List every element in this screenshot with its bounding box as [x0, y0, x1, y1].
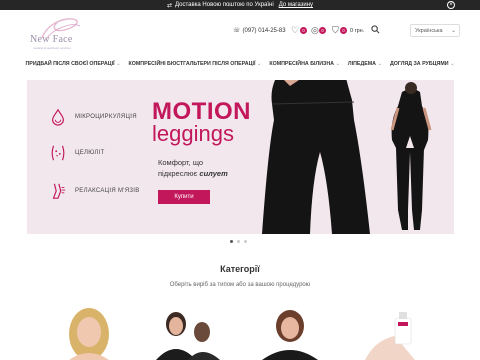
hero-tagline: Комфорт, що підкреслює силует — [158, 158, 228, 178]
cart-badge: 0 — [340, 27, 347, 34]
slider-dots — [230, 240, 247, 243]
compare-badge: 0 — [319, 27, 326, 34]
nav-item-compression-underwear[interactable]: КОМПРЕСІЙНА БІЛИЗНА ⌄ — [269, 61, 340, 73]
categories-title: Категорії — [220, 264, 260, 274]
buy-button[interactable]: Купити — [158, 190, 210, 204]
close-icon[interactable]: × — [447, 1, 455, 9]
search-icon[interactable] — [371, 25, 380, 36]
wishlist-badge: 0 — [300, 27, 307, 34]
nav-item-scar-care[interactable]: ДОГЛЯД ЗА РУБЦЯМИ ⌄ — [390, 61, 455, 73]
drop-icon — [52, 108, 64, 126]
phone-number: (097) 014-25-83 — [242, 27, 286, 34]
hero-title-leggings: leggings — [152, 121, 234, 146]
main-nav: ПРИДБАЙ ПІСЛЯ СВОЄЇ ОПЕРАЦІЇ ⌄ КОМПРЕСІЙ… — [0, 61, 480, 73]
feature-microcirculation: МІКРОЦИРКУЛЯЦІЯ — [49, 108, 137, 126]
delivery-icon: ⇄ — [166, 2, 172, 9]
cart-icon[interactable]: ⛉ — [332, 25, 339, 36]
slider-dot[interactable] — [230, 240, 233, 243]
shop-link[interactable]: До магазину — [279, 2, 313, 8]
heart-icon[interactable]: ♡ — [291, 25, 299, 36]
leg-icon — [52, 183, 66, 199]
chevron-down-icon: ⌄ — [450, 28, 456, 34]
language-value: Українська — [415, 28, 443, 34]
feature-muscle-relaxation: РЕЛАКСАЦІЯ М'ЯЗІВ — [49, 182, 140, 200]
category-card-image[interactable] — [140, 300, 230, 360]
announcement-bar: ⇄ Доставка Новою поштою по Україні До ма… — [0, 0, 480, 10]
phone-link[interactable]: ☏ (097) 014-25-83 — [233, 27, 286, 35]
slider-dot[interactable] — [244, 240, 247, 243]
language-select[interactable]: Українська ⌄ — [410, 24, 460, 37]
site-header: New Face medical & aesthetic services ☏ … — [0, 10, 480, 58]
category-card-image[interactable] — [345, 300, 435, 360]
announcement-text: Доставка Новою поштою по Україні — [174, 2, 274, 8]
phone-icon: ☏ — [233, 28, 241, 34]
slider-dot[interactable] — [237, 240, 240, 243]
brand-name: New Face — [30, 34, 73, 45]
leggings-model-image — [262, 80, 432, 234]
compare-icon[interactable]: ◎ — [311, 25, 319, 36]
body-icon — [51, 145, 65, 161]
categories-subtitle: Оберіть виріб за типом або за вашою проц… — [169, 282, 311, 288]
nav-item-compression-bras[interactable]: КОМПРЕСІЙНІ БЮСТГАЛЬТЕРИ ПІСЛЯ ОПЕРАЦІЇ … — [129, 61, 262, 73]
nav-item-after-surgery[interactable]: ПРИДБАЙ ПІСЛЯ СВОЄЇ ОПЕРАЦІЇ ⌄ — [25, 61, 120, 73]
cart-total[interactable]: 0 грн. — [350, 28, 364, 34]
nav-item-lipedema[interactable]: ЛІПЕДЕМА ⌄ — [348, 61, 382, 73]
category-card-image[interactable] — [240, 300, 330, 360]
feature-cellulite: ЦЕЛЮЛІТ — [49, 144, 105, 162]
category-card-image[interactable] — [45, 300, 135, 360]
brand-tagline: medical & aesthetic services — [33, 46, 71, 50]
hero-banner[interactable]: МІКРОЦИРКУЛЯЦІЯ ЦЕЛЮЛІТ РЕЛАКСАЦІЯ М'ЯЗІ… — [27, 80, 454, 234]
